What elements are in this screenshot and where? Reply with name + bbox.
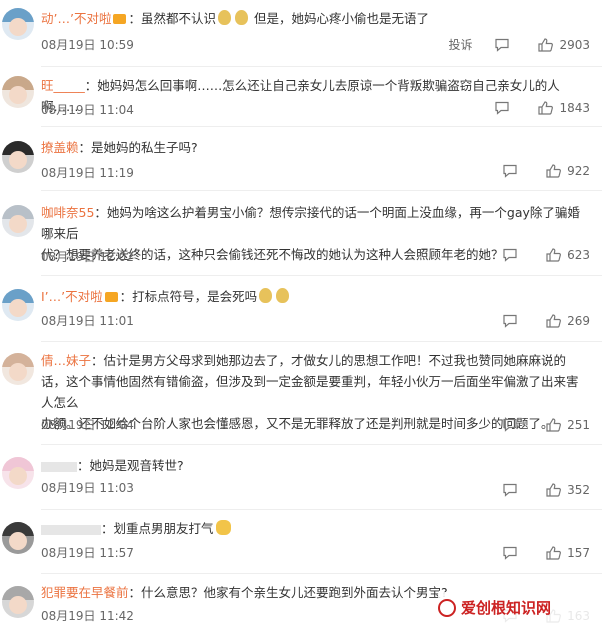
emoji-icon xyxy=(276,288,290,303)
username-link[interactable]: 犯罪要在早餐前 xyxy=(41,585,129,600)
reply-button[interactable] xyxy=(502,248,524,262)
watermark-logo-icon xyxy=(438,598,456,617)
thumbs-up-icon xyxy=(546,314,562,328)
comment-text: 动’…’不对啦 ：虽然都不认识 但是，她妈心疼小偷也是无语了 xyxy=(41,10,429,26)
cat-emoji-icon xyxy=(215,520,231,535)
comment-time: 08月19日 11:42 xyxy=(41,609,134,623)
comment-time: 08月19日 12:02 xyxy=(41,250,134,264)
avatar[interactable] xyxy=(2,522,34,554)
reply-button[interactable] xyxy=(502,418,524,432)
username-link[interactable]: 旺_____ xyxy=(41,78,85,93)
comment-actions: 352 xyxy=(502,483,590,497)
report-button[interactable]: 投诉 xyxy=(448,36,472,53)
reply-button[interactable] xyxy=(502,164,524,178)
reply-icon xyxy=(503,248,517,262)
comment-time: 08月19日 11:01 xyxy=(41,314,134,328)
thumbs-up-icon xyxy=(538,101,554,115)
reply-button[interactable] xyxy=(502,483,524,497)
thumbs-up-icon xyxy=(546,483,562,497)
comment-time: 08月19日 11:19 xyxy=(41,166,134,180)
comment-time: 08月19日 11:57 xyxy=(41,546,134,560)
comment-time: 08月19日 10:59 xyxy=(41,38,134,52)
crown-icon xyxy=(104,292,118,302)
like-count: 2903 xyxy=(559,37,590,52)
like-button[interactable]: 623 xyxy=(546,248,590,262)
username-link[interactable]: 动’…’不对啦 xyxy=(41,11,111,26)
thumbs-up-icon xyxy=(546,546,562,560)
comment-time: 08月19日 12:04 xyxy=(41,418,134,432)
thumbs-up-icon xyxy=(546,418,562,432)
divider xyxy=(41,573,602,574)
comment-actions: 251 xyxy=(502,418,590,432)
reply-button[interactable] xyxy=(494,101,516,115)
avatar[interactable] xyxy=(2,8,34,40)
avatar[interactable] xyxy=(2,141,34,173)
reply-icon xyxy=(503,314,517,328)
reply-icon xyxy=(503,164,517,178)
reply-button[interactable] xyxy=(502,546,524,560)
like-button[interactable]: 922 xyxy=(546,164,590,178)
avatar[interactable] xyxy=(2,76,34,108)
like-count: 157 xyxy=(567,546,590,560)
divider xyxy=(41,509,602,510)
comment-text: 撩盖赖：是她妈的私生子吗? xyxy=(41,140,198,155)
like-button[interactable]: 251 xyxy=(546,418,590,432)
comment-time: 08月19日 11:04 xyxy=(41,103,134,117)
divider xyxy=(41,66,602,67)
emoji-icon xyxy=(217,10,231,25)
divider xyxy=(41,190,602,191)
like-button[interactable]: 1843 xyxy=(538,101,590,115)
like-count: 1843 xyxy=(559,101,590,115)
comment-time: 08月19日 11:03 xyxy=(41,481,134,495)
thumbs-up-icon xyxy=(538,37,554,52)
reply-button[interactable] xyxy=(502,314,524,328)
reply-icon xyxy=(495,38,510,52)
comment-actions: 269 xyxy=(502,314,590,328)
avatar[interactable] xyxy=(2,457,34,489)
reply-icon xyxy=(503,546,517,560)
emoji-icon xyxy=(234,10,248,25)
thumbs-up-icon xyxy=(546,248,562,262)
divider xyxy=(41,444,602,445)
watermark-text: 爱创根知识网 xyxy=(461,599,552,617)
like-button[interactable]: 269 xyxy=(546,314,590,328)
username-link[interactable]: 咖啡奈55 xyxy=(41,205,94,220)
avatar[interactable] xyxy=(2,205,34,237)
reply-icon xyxy=(503,483,517,497)
username-link[interactable]: 撩盖赖 xyxy=(41,140,79,155)
like-count: 269 xyxy=(567,314,590,328)
like-button[interactable]: 2903 xyxy=(538,38,590,52)
divider xyxy=(41,341,602,342)
reply-button[interactable] xyxy=(494,38,516,52)
reply-icon xyxy=(503,418,517,432)
like-count: 922 xyxy=(567,164,590,178)
like-count: 352 xyxy=(567,483,590,497)
username-link[interactable] xyxy=(41,461,77,472)
thumbs-up-icon xyxy=(546,164,562,178)
like-button[interactable]: 352 xyxy=(546,483,590,497)
comment-actions: 922 xyxy=(502,164,590,178)
comment-actions: 投诉 2903 xyxy=(448,36,590,53)
crown-icon xyxy=(113,14,127,24)
emoji-icon xyxy=(259,288,273,303)
reply-icon xyxy=(495,101,510,115)
divider xyxy=(41,275,602,276)
watermark: 爱创根知识网 xyxy=(438,592,602,623)
like-count: 251 xyxy=(567,418,590,432)
divider xyxy=(41,126,602,127)
avatar[interactable] xyxy=(2,353,34,385)
username-link[interactable]: I’…’不对啦 xyxy=(41,289,103,304)
like-count: 623 xyxy=(567,248,590,262)
username-link[interactable]: 倩…妹子 xyxy=(41,353,91,368)
comment-text: ：划重点男朋友打气 xyxy=(41,518,586,539)
avatar[interactable] xyxy=(2,586,34,618)
comment-actions: 1843 xyxy=(494,101,590,115)
comment-actions: 623 xyxy=(502,248,590,262)
avatar[interactable] xyxy=(2,289,34,321)
comment-text: ：她妈是观音转世? xyxy=(41,455,586,476)
comment-actions: 157 xyxy=(502,546,590,560)
username-link[interactable] xyxy=(41,524,101,535)
like-button[interactable]: 157 xyxy=(546,546,590,560)
comment-text: I’…’不对啦 ：打标点符号，是会死吗 xyxy=(41,286,586,307)
